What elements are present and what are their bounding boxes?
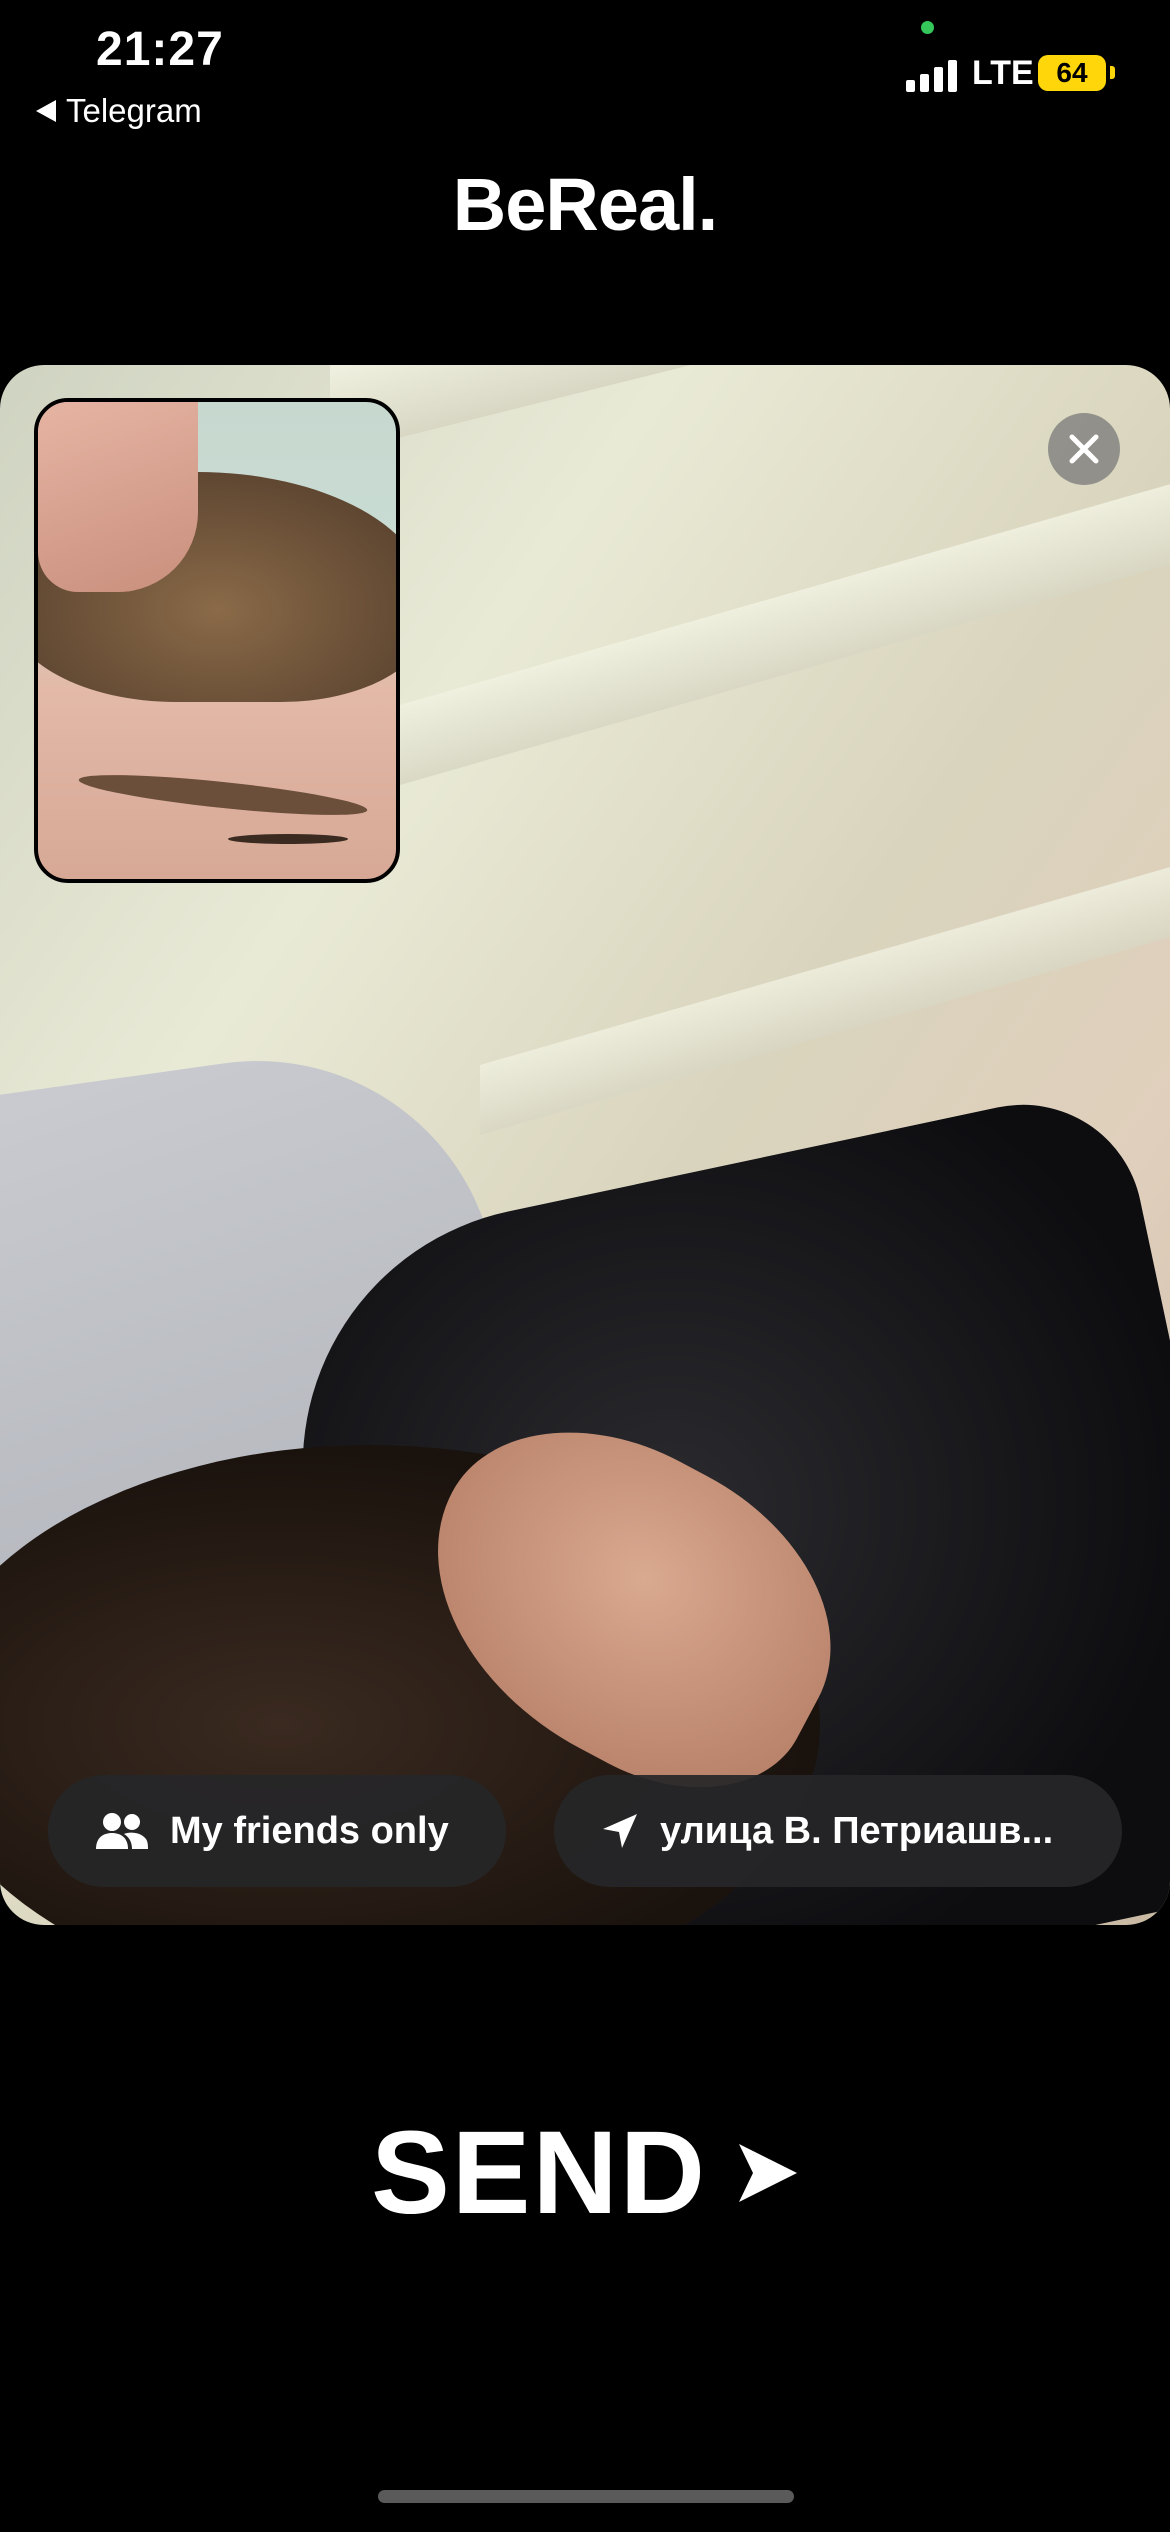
inset-hand: [38, 402, 198, 592]
inset-eyebrow: [77, 766, 369, 824]
back-to-telegram-button[interactable]: Telegram: [36, 92, 202, 130]
audience-label: My friends only: [170, 1809, 449, 1852]
audience-selector-button[interactable]: My friends only: [48, 1775, 506, 1887]
cellular-signal-icon: [906, 58, 957, 92]
back-app-label: Telegram: [66, 92, 202, 129]
location-selector-button[interactable]: улица В. Петриашв...: [554, 1775, 1122, 1887]
shelf-decoration: [480, 847, 1170, 1135]
battery-tip: [1110, 66, 1115, 79]
inset-eye: [228, 834, 348, 844]
send-label: SEND: [371, 2107, 707, 2239]
home-indicator: [378, 2490, 794, 2503]
friends-icon: [96, 1813, 148, 1849]
back-arrow-icon: [36, 100, 56, 122]
close-button[interactable]: [1048, 413, 1120, 485]
status-time: 21:27: [96, 23, 224, 76]
battery-icon: 64: [1038, 55, 1106, 91]
shelf-decoration: [330, 365, 1170, 455]
main-photo-preview: My friends only улица В. Петриашв...: [0, 365, 1170, 1925]
front-camera-inset[interactable]: [34, 398, 400, 883]
app-title: BeReal.: [452, 163, 718, 246]
send-arrow-icon: [738, 2144, 797, 2202]
location-label: улица В. Петриашв...: [660, 1809, 1054, 1852]
send-button[interactable]: SEND: [0, 2105, 1170, 2241]
location-arrow-icon: [603, 1814, 637, 1848]
camera-in-use-indicator: [921, 21, 934, 34]
network-type: LTE: [972, 54, 1034, 92]
shelf-decoration: [400, 469, 1170, 785]
close-icon: [1069, 434, 1099, 464]
